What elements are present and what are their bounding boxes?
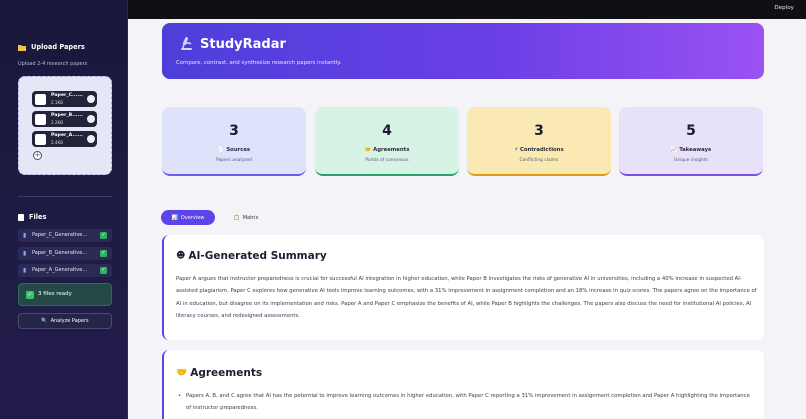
add-file-icon[interactable]: + [33, 151, 42, 160]
file-list-name: Paper_C_Generative... [32, 232, 88, 238]
stat-value: 3 [229, 123, 239, 139]
file-list-name: Paper_A_Generative... [32, 267, 88, 273]
robot-icon: ☻ [176, 251, 186, 261]
stat-label: 📄 Sources [162, 147, 306, 153]
file-icon: ▮ [23, 250, 27, 257]
chart-icon: 📊 [171, 214, 178, 221]
stat-subtitle: Points of consensus [365, 158, 409, 163]
summary-body: Paper A argues that instructor preparedn… [176, 276, 757, 320]
file-list-item[interactable]: ▮ Paper_A_Generative... ✓ [18, 264, 112, 277]
document-icon [35, 134, 46, 145]
tab-matrix[interactable]: 📋 Matrix [226, 210, 266, 225]
agreements-title-text: Agreements [190, 367, 263, 379]
stat-label-text: Takeaways [679, 147, 712, 153]
analyze-papers-button[interactable]: 🔍 Analyze Papers [18, 313, 112, 329]
app-subtitle: Compare, contrast, and synthesize resear… [176, 60, 342, 66]
files-section-title: Files [18, 213, 46, 221]
files-title-text: Files [29, 213, 47, 221]
agreements-title: 🤝 Agreements [176, 367, 262, 379]
uploaded-file-size: 2.4KB [51, 140, 64, 145]
upload-section-title: Upload Papers [18, 43, 85, 51]
chart-icon: 📈 [670, 147, 680, 153]
file-icon: ▮ [23, 232, 27, 239]
stat-card-sources: 3 📄 Sources Papers analyzed [162, 107, 306, 176]
check-icon: ✓ [100, 250, 107, 257]
check-icon: ✓ [100, 232, 107, 239]
upload-subtitle: Upload 2-4 research papers [18, 61, 88, 67]
remove-file-icon[interactable] [87, 115, 95, 123]
agreements-card: 🤝 Agreements Papers A, B, and C agree th… [162, 350, 764, 419]
uploaded-file-name: Paper_C...... [51, 93, 83, 98]
app-title: StudyRadar [178, 36, 286, 52]
files-ready-badge: ✓ 3 files ready [18, 283, 112, 306]
document-icon [18, 213, 24, 221]
document-icon [35, 114, 46, 125]
folder-icon [18, 44, 26, 51]
file-list-item[interactable]: ▮ Paper_B_Generative... ✓ [18, 247, 112, 260]
sidebar: Upload Papers Upload 2-4 research papers… [0, 0, 128, 419]
tab-matrix-label: Matrix [242, 214, 259, 221]
document-icon [35, 94, 46, 105]
stat-label-text: Contradictions [519, 147, 564, 153]
upload-dropzone[interactable]: Paper_C...... 2.1KB Paper_B...... 2.2KB … [18, 76, 112, 175]
uploaded-file-chip: Paper_C...... 2.1KB [32, 91, 97, 107]
stat-label: 📈 Takeaways [619, 147, 763, 153]
files-ready-text: 3 files ready [38, 291, 72, 297]
stat-subtitle: Papers analyzed [216, 158, 252, 163]
uploaded-file-chip: Paper_A...... 2.4KB [32, 131, 97, 147]
uploaded-file-size: 2.1KB [51, 100, 64, 105]
stat-value: 4 [382, 123, 392, 139]
summary-title-text: AI-Generated Summary [188, 250, 327, 262]
check-icon: ✓ [100, 267, 107, 274]
file-icon: ▮ [23, 267, 27, 274]
remove-file-icon[interactable] [87, 135, 95, 143]
file-list-item[interactable]: ▮ Paper_C_Generative... ✓ [18, 229, 112, 242]
handshake-icon: 🤝 [176, 368, 188, 378]
uploaded-file-size: 2.2KB [51, 120, 64, 125]
search-icon: 🔍 [41, 318, 48, 324]
stat-label-text: Sources [226, 147, 251, 153]
remove-file-icon[interactable] [87, 95, 95, 103]
hero-banner: StudyRadar Compare, contrast, and synthe… [162, 23, 764, 79]
summary-title: ☻ AI-Generated Summary [176, 250, 327, 262]
upload-title-text: Upload Papers [31, 43, 85, 51]
file-list-name: Paper_B_Generative... [32, 250, 88, 256]
stat-card-contradictions: 3 ⚡ Contradictions Conflicting claims [467, 107, 611, 176]
stat-subtitle: Unique insights [674, 158, 708, 163]
sidebar-divider [18, 196, 112, 197]
tab-overview[interactable]: 📊 Overview [161, 210, 215, 225]
uploaded-file-name: Paper_B...... [51, 113, 83, 118]
stat-card-agreements: 4 🤝 Agreements Points of consensus [315, 107, 459, 176]
stat-value: 5 [686, 123, 696, 139]
tab-overview-label: Overview [180, 214, 205, 221]
summary-card: ☻ AI-Generated Summary Paper A argues th… [162, 235, 764, 340]
deploy-button[interactable]: Deploy [774, 5, 794, 11]
stat-subtitle: Conflicting claims [519, 158, 559, 163]
check-icon: ✓ [26, 291, 34, 299]
uploaded-file-chip: Paper_B...... 2.2KB [32, 111, 97, 127]
agreement-item: Papers A, B, and C agree that AI has the… [178, 390, 751, 415]
handshake-icon: 🤝 [364, 147, 374, 153]
stat-value: 3 [534, 123, 544, 139]
clipboard-icon: 📋 [233, 214, 240, 221]
stat-card-takeaways: 5 📈 Takeaways Unique insights [619, 107, 763, 176]
microscope-icon [181, 37, 192, 50]
uploaded-file-name: Paper_A...... [51, 133, 84, 138]
app-title-text: StudyRadar [200, 36, 286, 52]
stat-label: 🤝 Agreements [315, 147, 459, 153]
stat-label-text: Agreements [373, 147, 410, 153]
stat-label: ⚡ Contradictions [467, 147, 611, 153]
analyze-label: Analyze Papers [50, 318, 89, 324]
